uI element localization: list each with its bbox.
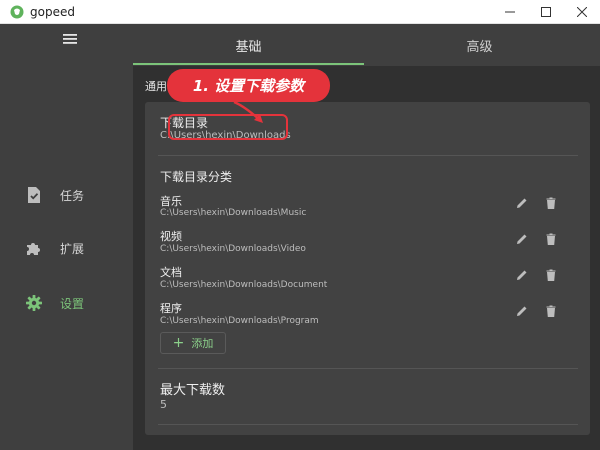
tab-basic[interactable]: 基础 xyxy=(133,24,364,66)
divider xyxy=(158,368,578,369)
window-title: gopeed xyxy=(30,4,75,19)
sidebar-item-settings[interactable]: 设置 xyxy=(0,285,133,321)
sidebar-item-label: 设置 xyxy=(60,296,85,311)
category-path: C:\Users\hexin\Downloads\Document xyxy=(160,280,328,290)
window-controls xyxy=(492,0,600,24)
delete-icon[interactable] xyxy=(544,304,558,318)
settings-card: 下载目录 C:\Users\hexin\Downloads 下载目录分类 音乐 … xyxy=(145,102,590,435)
hamburger-icon[interactable] xyxy=(60,30,80,48)
maximize-icon xyxy=(541,7,551,17)
sidebar-item-label: 任务 xyxy=(60,188,85,203)
annotation-callout: 1. 设置下载参数 xyxy=(167,69,330,102)
divider xyxy=(158,155,578,156)
delete-icon[interactable] xyxy=(544,232,558,246)
window-titlebar: gopeed xyxy=(0,0,600,24)
add-category-label: 添加 xyxy=(191,337,214,350)
category-path: C:\Users\hexin\Downloads\Video xyxy=(160,244,306,254)
task-icon xyxy=(28,187,40,203)
category-name: 视频 xyxy=(160,230,182,243)
gear-icon xyxy=(26,295,42,311)
close-button[interactable] xyxy=(564,0,600,24)
edit-icon[interactable] xyxy=(515,304,529,318)
section-label: 通用 xyxy=(145,80,167,93)
max-downloads-value[interactable]: 5 xyxy=(160,398,167,411)
sidebar: 任务 扩展 设置 xyxy=(0,24,133,450)
puzzle-icon xyxy=(27,243,40,255)
delete-icon[interactable] xyxy=(544,268,558,282)
category-path: C:\Users\hexin\Downloads\Music xyxy=(160,208,307,218)
edit-icon[interactable] xyxy=(515,232,529,246)
gopeed-logo-icon xyxy=(10,5,24,18)
plus-icon: + xyxy=(172,335,185,351)
tab-bar: 基础 高级 xyxy=(133,24,600,66)
maximize-button[interactable] xyxy=(528,0,564,24)
add-category-button[interactable]: + 添加 xyxy=(160,332,226,354)
category-name: 程序 xyxy=(160,302,182,315)
edit-icon[interactable] xyxy=(515,268,529,282)
categories-title: 下载目录分类 xyxy=(160,170,233,184)
minimize-icon xyxy=(505,11,515,13)
delete-icon[interactable] xyxy=(544,196,558,210)
annotation-highlight-box xyxy=(168,114,288,140)
edit-icon[interactable] xyxy=(515,196,529,210)
tab-advanced[interactable]: 高级 xyxy=(364,24,595,66)
category-name: 音乐 xyxy=(160,195,182,208)
tab-active-indicator xyxy=(133,63,364,65)
divider xyxy=(158,424,578,425)
sidebar-item-tasks[interactable]: 任务 xyxy=(0,177,133,213)
category-path: C:\Users\hexin\Downloads\Program xyxy=(160,316,319,326)
max-downloads-title: 最大下载数 xyxy=(160,383,226,398)
sidebar-item-extensions[interactable]: 扩展 xyxy=(0,230,133,266)
category-name: 文档 xyxy=(160,266,182,279)
close-icon xyxy=(577,7,587,17)
sidebar-item-label: 扩展 xyxy=(60,241,85,256)
minimize-button[interactable] xyxy=(492,0,528,24)
